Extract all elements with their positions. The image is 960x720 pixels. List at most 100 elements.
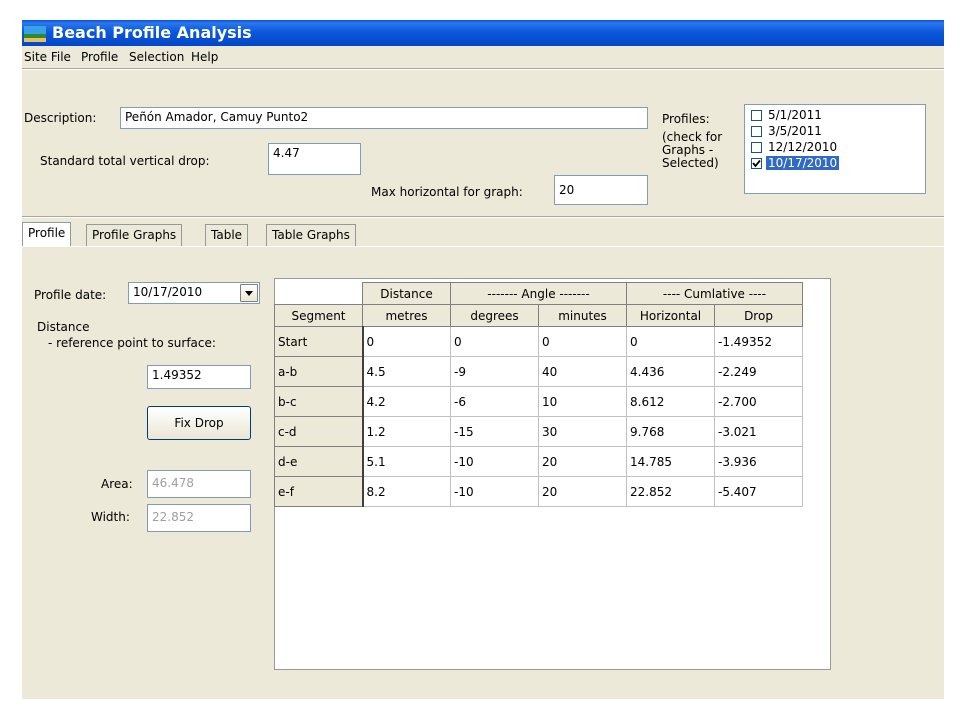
cell-minutes[interactable]: 20 [538,446,627,477]
cell-drop[interactable]: -2.249 [714,356,803,387]
cell-segment[interactable]: a-b [274,356,364,387]
cell-segment[interactable]: b-c [274,386,364,417]
description-field[interactable]: Peñón Amador, Camuy Punto2 [120,107,648,129]
cell-horizontal[interactable]: 22.852 [626,476,715,507]
cell-drop[interactable]: -3.021 [714,416,803,447]
tab-table[interactable]: Table [205,224,249,246]
max-horizontal-field[interactable]: 20 [554,175,648,205]
distance-label: Distance [37,320,90,334]
table-corner [275,283,363,305]
menu-help[interactable]: Help [191,50,218,64]
dropdown-button[interactable] [240,284,258,302]
menu-selection[interactable]: Selection [129,50,184,64]
profile-date: 5/1/2011 [768,108,822,122]
profile-date: 10/17/2010 [766,156,840,170]
column-header-metres[interactable]: metres [362,304,451,327]
table-row[interactable]: b-c 4.2 -6 10 8.612 -2.700 [274,386,803,417]
table-row[interactable]: a-b 4.5 -9 40 4.436 -2.249 [274,356,803,387]
cell-minutes[interactable]: 30 [538,416,627,447]
group-header-distance: Distance [362,282,451,305]
cell-metres[interactable]: 4.5 [362,356,451,387]
cell-segment[interactable]: c-d [274,416,364,447]
cell-degrees[interactable]: -10 [450,446,539,477]
width-label: Width: [91,510,130,524]
profiles-note-1: (check for [662,130,723,144]
profiles-note-3: Selected) [662,156,719,170]
profile-date: 3/5/2011 [768,124,822,138]
app-icon [24,26,46,42]
menu-separator-highlight [22,69,944,70]
column-header-minutes[interactable]: minutes [538,304,627,327]
cell-minutes[interactable]: 20 [538,476,627,507]
checkbox[interactable] [751,126,762,137]
table-body: Start 0 0 0 0 -1.49352 a-b 4.5 -9 40 4.436 -2.249 b-… [274,326,803,507]
fix-drop-button[interactable]: Fix Drop [147,406,251,440]
cell-degrees[interactable]: 0 [450,326,539,357]
cell-segment[interactable]: Start [274,326,364,357]
profiles-listbox[interactable]: 5/1/2011 3/5/2011 12/12/2010 10/17/2010 [744,104,926,194]
cell-degrees[interactable]: -10 [450,476,539,507]
profile-date-label: Profile date: [34,288,107,302]
column-header-horizontal[interactable]: Horizontal [626,304,715,327]
menu-bar: Site File Profile Selection Help [22,46,944,68]
cell-horizontal[interactable]: 0 [626,326,715,357]
std-drop-field[interactable]: 4.47 [268,143,361,175]
profile-date: 12/12/2010 [768,140,838,154]
check-icon [752,159,761,168]
cell-horizontal[interactable]: 8.612 [626,386,715,417]
cell-metres[interactable]: 5.1 [362,446,451,477]
std-drop-label: Standard total vertical drop: [40,154,210,168]
cell-metres[interactable]: 8.2 [362,476,451,507]
distance-field[interactable]: 1.49352 [147,365,251,389]
max-horizontal-label: Max horizontal for graph: [371,185,523,199]
column-header-segment[interactable]: Segment [274,304,363,327]
cell-degrees[interactable]: -6 [450,386,539,417]
column-header-drop[interactable]: Drop [714,304,803,327]
cell-minutes[interactable]: 10 [538,386,627,417]
chevron-down-icon [245,291,253,296]
table-group-header-row: Distance ------- Angle ------- ---- Cuml… [275,282,803,305]
area-label: Area: [101,477,133,491]
profiles-label: Profiles: [662,112,710,126]
tab-profile[interactable]: Profile [22,222,72,247]
column-header-degrees[interactable]: degrees [450,304,539,327]
width-field: 22.852 [147,504,251,532]
table-row[interactable]: c-d 1.2 -15 30 9.768 -3.021 [274,416,803,447]
window-title: Beach Profile Analysis [52,23,252,42]
area-field: 46.478 [147,470,251,498]
cell-horizontal[interactable]: 14.785 [626,446,715,477]
group-header-cumulative: ---- Cumlative ---- [626,282,803,305]
description-label: Description: [24,111,97,125]
cell-drop[interactable]: -2.700 [714,386,803,417]
tab-table-graphs[interactable]: Table Graphs [266,224,356,246]
cell-drop[interactable]: -1.49352 [714,326,803,357]
table-row[interactable]: e-f 8.2 -10 20 22.852 -5.407 [274,476,803,507]
menu-profile[interactable]: Profile [81,50,118,64]
header-separator-highlight [22,217,944,218]
cell-segment[interactable]: e-f [274,476,364,507]
cell-metres[interactable]: 0 [362,326,451,357]
cell-drop[interactable]: -5.407 [714,476,803,507]
cell-minutes[interactable]: 40 [538,356,627,387]
tab-profile-graphs[interactable]: Profile Graphs [86,224,183,246]
menu-site-file[interactable]: Site File [24,50,71,64]
cell-metres[interactable]: 1.2 [362,416,451,447]
checkbox[interactable] [751,110,762,121]
table-row[interactable]: Start 0 0 0 0 -1.49352 [274,326,803,357]
title-bar[interactable]: Beach Profile Analysis [22,20,944,46]
cell-drop[interactable]: -3.936 [714,446,803,477]
cell-horizontal[interactable]: 4.436 [626,356,715,387]
cell-horizontal[interactable]: 9.768 [626,416,715,447]
table-row[interactable]: d-e 5.1 -10 20 14.785 -3.936 [274,446,803,477]
checkbox[interactable] [751,142,762,153]
group-header-angle: ------- Angle ------- [450,282,627,305]
profile-date-value: 10/17/2010 [133,285,203,299]
cell-degrees[interactable]: -15 [450,416,539,447]
cell-metres[interactable]: 4.2 [362,386,451,417]
checkbox-checked[interactable] [751,158,762,169]
segments-table: Distance ------- Angle ------- ---- Cuml… [274,282,803,507]
cell-minutes[interactable]: 0 [538,326,627,357]
cell-segment[interactable]: d-e [274,446,364,477]
cell-degrees[interactable]: -9 [450,356,539,387]
profiles-note-2: Graphs - [662,143,714,157]
